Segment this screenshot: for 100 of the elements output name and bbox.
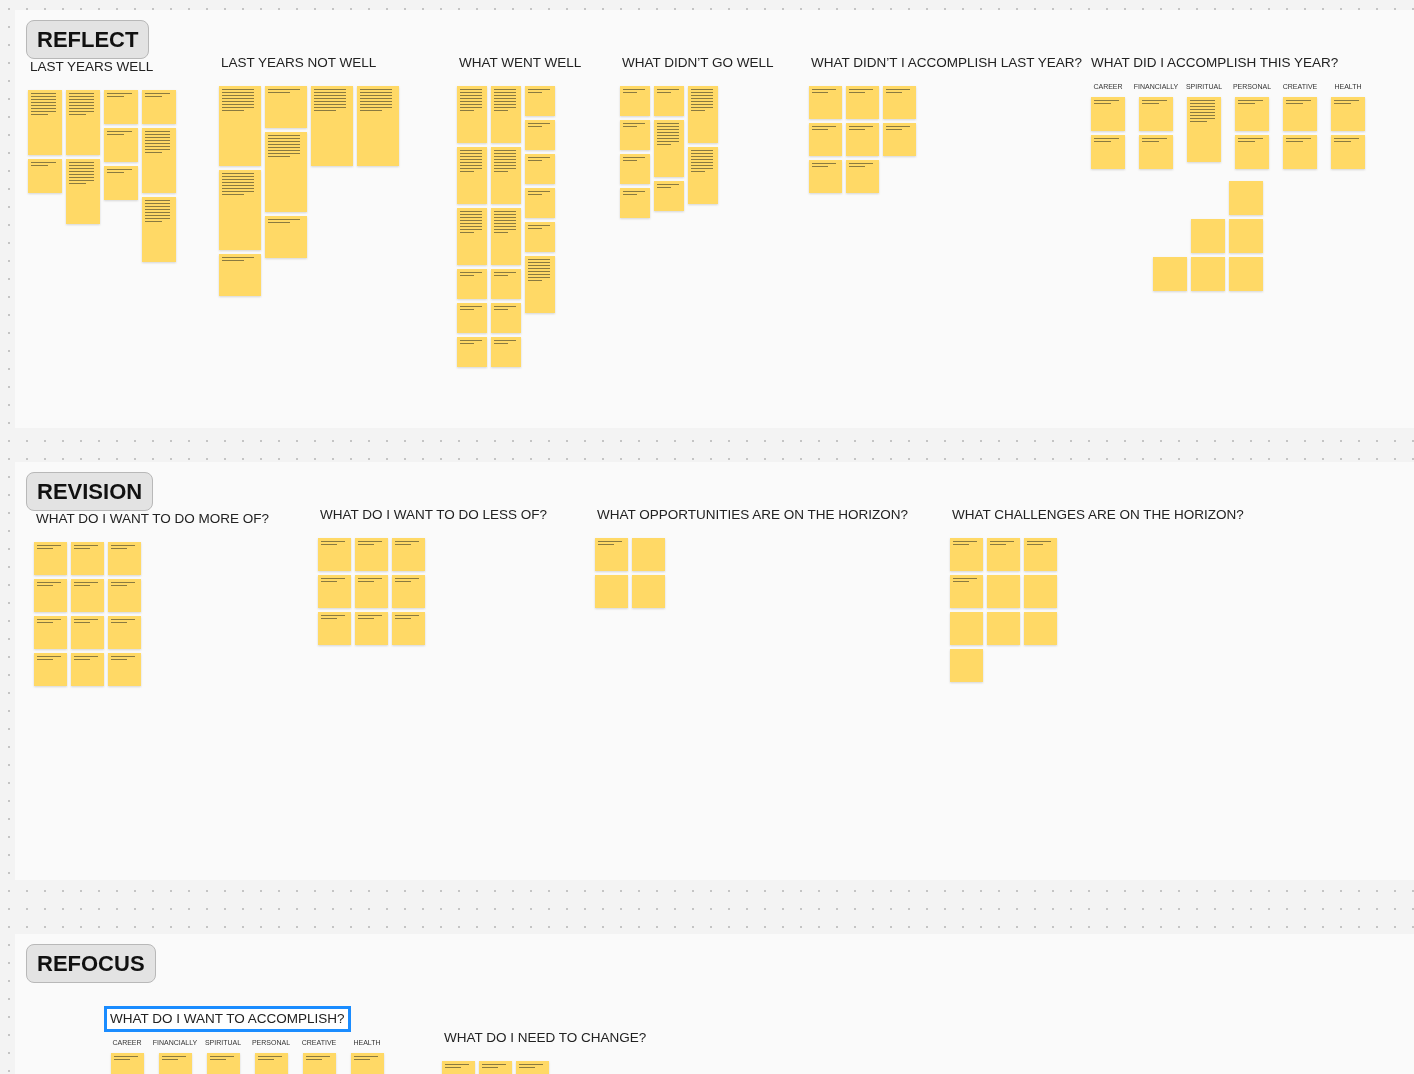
sticky-note[interactable]: [34, 616, 67, 650]
sticky-note[interactable]: [34, 579, 67, 613]
sticky-note[interactable]: [71, 653, 104, 687]
sticky-note[interactable]: [108, 542, 141, 576]
sticky-note[interactable]: [1331, 96, 1365, 131]
sticky-note[interactable]: [491, 86, 521, 144]
sticky-note[interactable]: [318, 575, 351, 609]
sticky-note[interactable]: [846, 86, 879, 120]
sticky-note[interactable]: [66, 90, 100, 156]
sticky-note[interactable]: [1187, 96, 1221, 162]
sticky-note[interactable]: [1139, 134, 1173, 169]
sticky-note[interactable]: [654, 181, 684, 212]
column-title: WHAT OPPORTUNITIES ARE ON THE HORIZON?: [596, 506, 910, 524]
sticky-note[interactable]: [1235, 134, 1269, 169]
sticky-note[interactable]: [108, 616, 141, 650]
sticky-note[interactable]: [355, 575, 388, 609]
sticky-note[interactable]: [457, 208, 487, 266]
column-title: WHAT DO I WANT TO DO MORE OF?: [35, 510, 270, 528]
sticky-note[interactable]: [620, 120, 650, 151]
sticky-note[interactable]: [620, 154, 650, 185]
sticky-note[interactable]: [66, 159, 100, 225]
sticky-note[interactable]: [104, 128, 138, 163]
column-title: WHAT DID I ACCOMPLISH THIS YEAR?: [1090, 54, 1340, 72]
sticky-note[interactable]: [950, 538, 983, 572]
sticky-note[interactable]: [525, 188, 555, 219]
sticky-note[interactable]: [525, 154, 555, 185]
sticky-note[interactable]: [457, 86, 487, 144]
sticky-note[interactable]: [491, 303, 521, 334]
section-label[interactable]: REFLECT: [26, 20, 150, 59]
section-label[interactable]: REVISION: [26, 472, 154, 511]
sticky-note[interactable]: [318, 538, 351, 572]
column-title: WHAT DO I WANT TO ACCOMPLISH?: [104, 1006, 351, 1033]
sticky-note[interactable]: [525, 256, 555, 314]
sticky-note[interactable]: [265, 132, 307, 213]
sticky-note[interactable]: [1283, 96, 1317, 131]
sticky-note[interactable]: [142, 128, 176, 194]
sticky-note[interactable]: [525, 86, 555, 117]
sticky-note[interactable]: [595, 538, 628, 572]
sticky-note[interactable]: [28, 159, 62, 194]
sticky-note[interactable]: [104, 166, 138, 201]
sticky-note[interactable]: [846, 123, 879, 157]
sticky-note[interactable]: [355, 612, 388, 646]
sticky-note[interactable]: [491, 147, 521, 205]
sticky-note[interactable]: [71, 616, 104, 650]
sticky-note[interactable]: [883, 86, 916, 120]
sticky-note[interactable]: [392, 538, 425, 572]
sticky-note[interactable]: [34, 542, 67, 576]
sticky-note[interactable]: [142, 90, 176, 125]
sticky-note[interactable]: [318, 612, 351, 646]
sticky-note[interactable]: [34, 653, 67, 687]
sticky-note[interactable]: [457, 269, 487, 300]
sticky-note[interactable]: [883, 123, 916, 157]
sticky-note[interactable]: [1091, 96, 1125, 131]
sticky-note[interactable]: [71, 542, 104, 576]
sticky-note[interactable]: [654, 120, 684, 178]
sticky-note[interactable]: [491, 337, 521, 368]
sticky-note[interactable]: [104, 90, 138, 125]
sticky-note[interactable]: [525, 222, 555, 253]
sticky-note[interactable]: [525, 120, 555, 151]
column-title: LAST YEARS WELL: [29, 58, 155, 76]
sticky-note[interactable]: [392, 612, 425, 646]
sticky-note[interactable]: [219, 170, 261, 251]
sticky-note[interactable]: [1091, 134, 1125, 169]
sticky-note[interactable]: [219, 254, 261, 297]
sticky-note[interactable]: [809, 123, 842, 157]
sticky-note[interactable]: [491, 208, 521, 266]
sticky-note[interactable]: [71, 579, 104, 613]
sticky-note[interactable]: [392, 575, 425, 609]
sticky-note[interactable]: [265, 86, 307, 129]
sticky-note[interactable]: [142, 197, 176, 263]
column-title: WHAT DO I WANT TO DO LESS OF?: [319, 506, 549, 524]
sticky-note[interactable]: [620, 86, 650, 117]
sticky-note[interactable]: [28, 90, 62, 156]
sticky-note[interactable]: [1283, 134, 1317, 169]
sticky-note[interactable]: [219, 86, 261, 167]
sticky-note[interactable]: [987, 538, 1020, 572]
sticky-note[interactable]: [654, 86, 684, 117]
sticky-note[interactable]: [108, 653, 141, 687]
sticky-note[interactable]: [457, 337, 487, 368]
sticky-note[interactable]: [265, 216, 307, 259]
sticky-note[interactable]: [1024, 538, 1057, 572]
sticky-note[interactable]: [620, 188, 650, 219]
sticky-note[interactable]: [457, 303, 487, 334]
sticky-note[interactable]: [1235, 96, 1269, 131]
sticky-note[interactable]: [846, 160, 879, 194]
sticky-note[interactable]: [688, 147, 718, 205]
sticky-note[interactable]: [491, 269, 521, 300]
sticky-note[interactable]: [457, 147, 487, 205]
section-label[interactable]: REFOCUS: [26, 944, 156, 983]
sticky-note[interactable]: [809, 86, 842, 120]
sticky-note[interactable]: [809, 160, 842, 194]
sticky-note[interactable]: [950, 575, 983, 609]
sticky-note[interactable]: [1139, 96, 1173, 131]
sticky-note[interactable]: [108, 579, 141, 613]
sticky-note[interactable]: [688, 86, 718, 144]
sticky-note[interactable]: [311, 86, 353, 167]
sticky-note[interactable]: [355, 538, 388, 572]
sticky-note[interactable]: [1331, 134, 1365, 169]
column-title: LAST YEARS NOT WELL: [220, 54, 378, 72]
sticky-note[interactable]: [357, 86, 399, 167]
